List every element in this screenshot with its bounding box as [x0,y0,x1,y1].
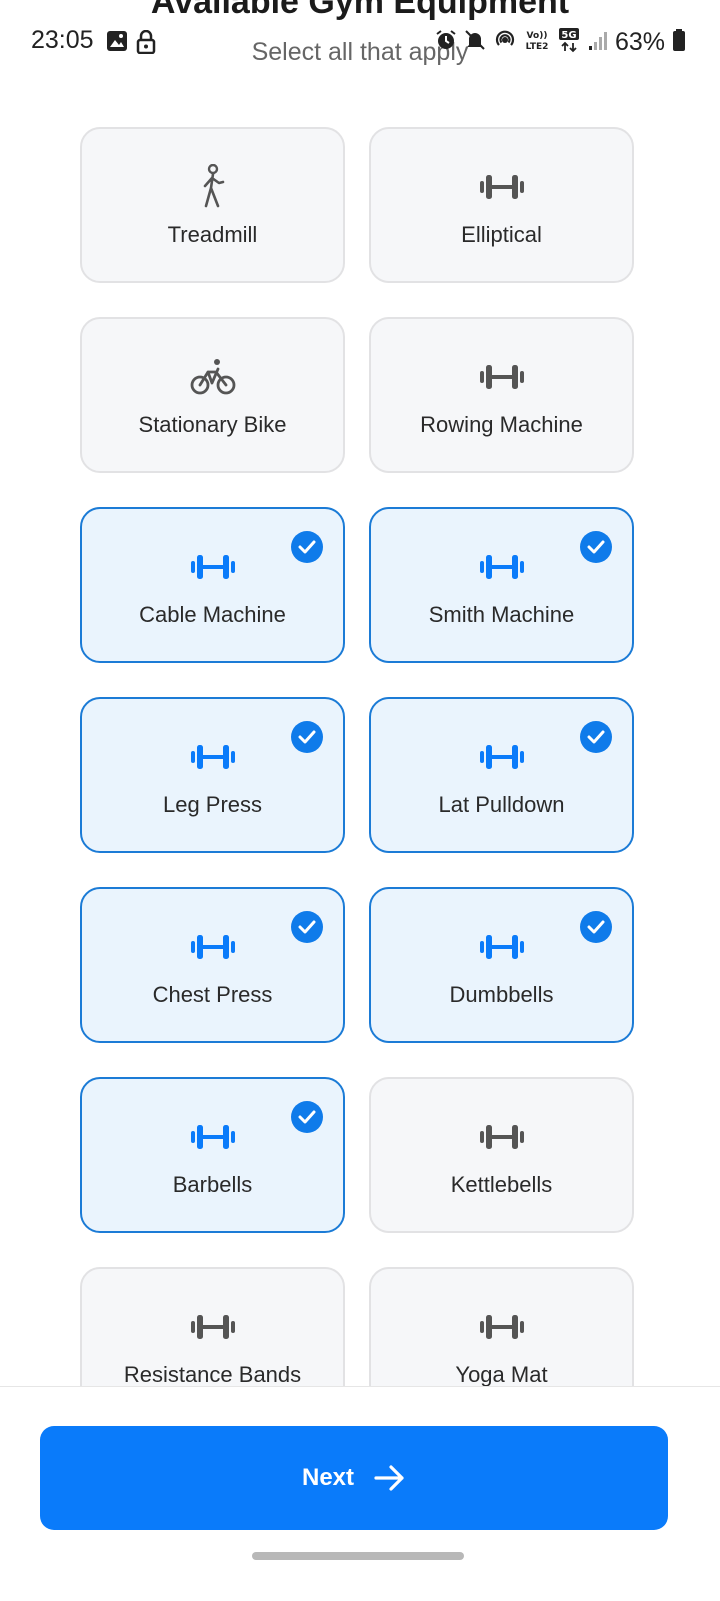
checkmark-icon [580,721,612,753]
equipment-label: Lat Pulldown [438,792,565,817]
checkmark-icon [291,531,323,563]
mute-icon [464,29,486,56]
walking-person-icon [198,164,228,208]
equipment-card-dumbbells[interactable]: Dumbbells [369,887,634,1043]
equipment-card-elliptical[interactable]: Elliptical [369,127,634,283]
equipment-label: Barbells [172,1172,253,1197]
dumbbell-icon [189,927,237,967]
dumbbell-icon [189,1117,237,1157]
dumbbell-icon [189,547,237,587]
dumbbell-icon [478,357,526,397]
svg-text:LTE2: LTE2 [526,42,549,52]
dumbbell-icon [478,547,526,587]
checkmark-icon [580,531,612,563]
dumbbell-icon [189,737,237,777]
battery-percentage: 63% [614,27,665,56]
equipment-label: Elliptical [461,222,542,247]
equipment-label: Leg Press [162,792,263,817]
equipment-card-leg-press[interactable]: Leg Press [80,697,345,853]
volte-badge: Vo)) LTE2 [524,27,550,58]
equipment-card-stationary-bike[interactable]: Stationary Bike [80,317,345,473]
bicycle-icon [190,357,236,397]
status-time: 23:05 [31,26,94,54]
equipment-card-smith-machine[interactable]: Smith Machine [369,507,634,663]
next-button-label: Next [301,1464,355,1491]
equipment-card-barbells[interactable]: Barbells [80,1077,345,1233]
checkmark-icon [580,911,612,943]
equipment-card-cable-machine[interactable]: Cable Machine [80,507,345,663]
equipment-label: Resistance Bands [123,1362,302,1387]
svg-text:Vo)): Vo)) [527,31,548,41]
dumbbell-icon [189,1307,237,1347]
equipment-label: Yoga Mat [455,1362,548,1387]
svg-text:5G: 5G [561,30,576,41]
checkmark-icon [291,721,323,753]
dumbbell-icon [478,1117,526,1157]
equipment-label: Chest Press [152,982,273,1007]
battery-icon [672,28,686,57]
checkmark-icon [291,1101,323,1133]
equipment-label: Dumbbells [449,982,554,1007]
equipment-card-treadmill[interactable]: Treadmill [80,127,345,283]
equipment-grid: Treadmill Elliptical Stationary Bike Rowing… [80,127,640,1423]
next-button[interactable]: Next [40,1426,668,1530]
signal-icon [588,29,608,56]
arrow-right-icon [374,1464,406,1492]
equipment-label: Treadmill [167,222,258,247]
equipment-card-rowing-machine[interactable]: Rowing Machine [369,317,634,473]
equipment-card-kettlebells[interactable]: Kettlebells [369,1077,634,1233]
equipment-label: Stationary Bike [138,412,287,437]
status-bar: 23:05 Vo)) LTE2 5G 63% [0,0,720,84]
equipment-card-lat-pulldown[interactable]: Lat Pulldown [369,697,634,853]
dumbbell-icon [478,1307,526,1347]
home-indicator[interactable] [252,1552,464,1560]
equipment-label: Smith Machine [428,602,575,627]
5g-badge: 5G [557,27,581,58]
equipment-label: Rowing Machine [420,412,583,437]
lock-icon [136,29,158,55]
image-icon [106,30,128,52]
equipment-card-chest-press[interactable]: Chest Press [80,887,345,1043]
hotspot-icon [493,28,517,57]
equipment-label: Kettlebells [450,1172,553,1197]
dumbbell-icon [478,737,526,777]
alarm-icon [435,29,457,56]
dumbbell-icon [478,927,526,967]
dumbbell-icon [478,167,526,207]
equipment-label: Cable Machine [139,602,286,627]
checkmark-icon [291,911,323,943]
